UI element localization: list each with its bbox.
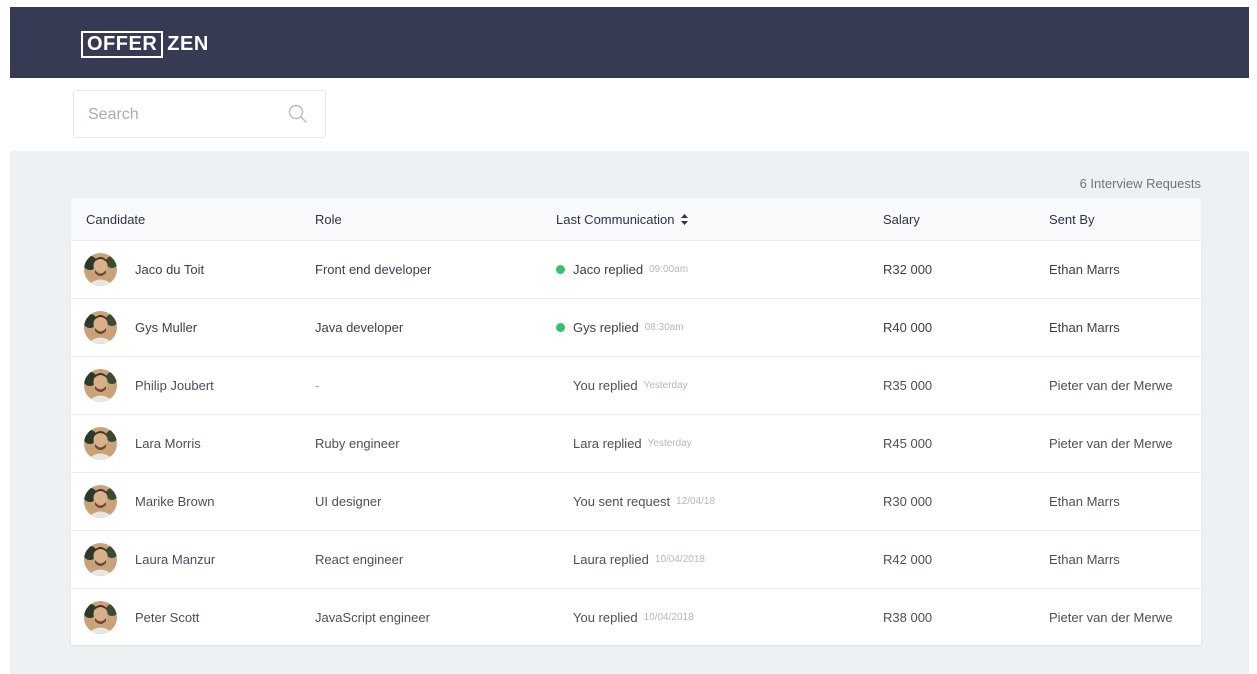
column-header-last-communication-label: Last Communication (556, 212, 675, 227)
communication-time: 09:00am (649, 264, 689, 275)
candidate-role: UI designer (315, 494, 382, 509)
last-communication: Lara replied Yesterday (556, 415, 692, 472)
sent-by-name: Pieter van der Merwe (1049, 378, 1173, 393)
communication-time: 12/04/18 (676, 496, 716, 507)
column-header-candidate[interactable]: Candidate (86, 212, 145, 227)
candidate-name[interactable]: Philip Joubert (135, 357, 214, 414)
candidate-role: Front end developer (315, 262, 432, 277)
candidate-avatar (84, 253, 117, 286)
table-header: Candidate Role Last Communication Salary… (71, 198, 1201, 240)
sent-by-name: Pieter van der Merwe (1049, 610, 1173, 625)
salary-value: R38 000 (883, 610, 933, 625)
sent-by-name: Ethan Marrs (1049, 552, 1120, 567)
salary-value: R32 000 (883, 262, 933, 277)
communication-status: Laura replied (573, 552, 649, 567)
candidate-role: - (315, 378, 320, 393)
unread-indicator (556, 323, 565, 332)
candidate-avatar (84, 311, 117, 344)
communication-status: You replied (573, 378, 638, 393)
unread-indicator (556, 265, 565, 274)
last-communication: You replied Yesterday (556, 357, 688, 414)
logo-boxed-text: OFFER (81, 31, 164, 58)
table-row[interactable]: Lara Morris Ruby engineer Lara replied Yest… (71, 414, 1201, 472)
communication-status: Gys replied (573, 320, 639, 335)
main-content: 6 Interview Requests Candidate Role Last… (10, 151, 1249, 674)
sent-by-name: Ethan Marrs (1049, 262, 1120, 277)
top-navigation-bar: OFFER ZEN (10, 7, 1249, 78)
column-header-last-communication[interactable]: Last Communication (556, 212, 688, 227)
sort-icon[interactable] (680, 214, 688, 226)
table-row[interactable]: Jaco du Toit Front end developer Jaco repl… (71, 240, 1201, 298)
candidate-name[interactable]: Jaco du Toit (135, 241, 204, 298)
table-row[interactable]: Laura Manzur React engineer Laura replied 1… (71, 530, 1201, 588)
column-header-salary[interactable]: Salary (883, 212, 920, 227)
candidate-name[interactable]: Peter Scott (135, 589, 199, 646)
candidate-avatar (84, 427, 117, 460)
communication-status: Lara replied (573, 436, 642, 451)
candidate-avatar (84, 485, 117, 518)
candidate-name[interactable]: Lara Morris (135, 415, 201, 472)
column-header-sent-by[interactable]: Sent By (1049, 212, 1095, 227)
candidate-name[interactable]: Marike Brown (135, 473, 214, 530)
table-row[interactable]: Gys Muller Java developer Gys replied 08:30… (71, 298, 1201, 356)
search-input[interactable] (88, 103, 278, 127)
table-row[interactable]: Marike Brown UI designer You sent request 1… (71, 472, 1201, 530)
candidate-name[interactable]: Gys Muller (135, 299, 197, 356)
communication-status: You replied (573, 610, 638, 625)
search-box[interactable] (73, 90, 326, 138)
salary-value: R42 000 (883, 552, 933, 567)
salary-value: R40 000 (883, 320, 933, 335)
candidate-avatar (84, 601, 117, 634)
candidate-role: React engineer (315, 552, 404, 567)
candidate-role: Java developer (315, 320, 404, 335)
candidate-avatar (84, 543, 117, 576)
communication-time: Yesterday (647, 438, 692, 449)
communication-time: Yesterday (643, 380, 688, 391)
last-communication: You sent request 12/04/18 (556, 473, 715, 530)
salary-value: R35 000 (883, 378, 933, 393)
sent-by-name: Ethan Marrs (1049, 494, 1120, 509)
salary-value: R45 000 (883, 436, 933, 451)
last-communication: Jaco replied 09:00am (556, 241, 688, 298)
communication-time: 10/04/2018 (654, 554, 705, 565)
search-icon[interactable] (287, 103, 309, 125)
interview-request-count: 6 Interview Requests (1079, 176, 1201, 191)
last-communication: Gys replied 08:30am (556, 299, 684, 356)
communication-status: Jaco replied (573, 262, 644, 277)
communication-time: 08:30am (644, 322, 684, 333)
table-row[interactable]: Philip Joubert - You replied Yesterday R35 0… (71, 356, 1201, 414)
column-header-role[interactable]: Role (315, 212, 342, 227)
last-communication: You replied 10/04/2018 (556, 589, 694, 646)
sent-by-name: Pieter van der Merwe (1049, 436, 1173, 451)
table-row[interactable]: Peter Scott JavaScript engineer You replie… (71, 588, 1201, 646)
candidate-avatar (84, 369, 117, 402)
candidate-role: JavaScript engineer (315, 610, 430, 625)
salary-value: R30 000 (883, 494, 933, 509)
communication-status: You sent request (573, 494, 671, 509)
candidate-name[interactable]: Laura Manzur (135, 531, 215, 588)
sent-by-name: Ethan Marrs (1049, 320, 1120, 335)
candidate-role: Ruby engineer (315, 436, 400, 451)
app-frame: OFFER ZEN 6 Interview Requests Candidate… (0, 0, 1257, 674)
last-communication: Laura replied 10/04/2018 (556, 531, 705, 588)
logo-plain-text: ZEN (167, 33, 209, 55)
communication-time: 10/04/2018 (643, 612, 694, 623)
interview-requests-table: Candidate Role Last Communication Salary… (71, 198, 1201, 645)
offerzen-logo[interactable]: OFFER ZEN (81, 31, 209, 58)
